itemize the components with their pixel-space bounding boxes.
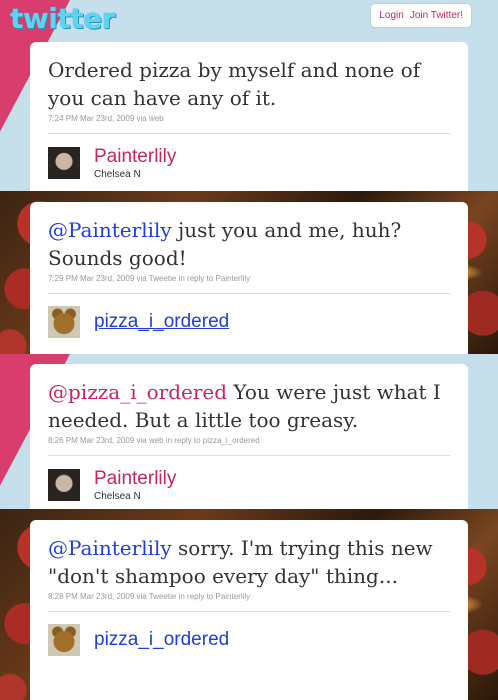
tweet-mention-link[interactable]: @pizza_i_ordered: [48, 380, 227, 404]
avatar[interactable]: [48, 306, 80, 338]
avatar[interactable]: [48, 147, 80, 179]
tweet-card-3: @pizza_i_ordered You were just what I ne…: [30, 364, 468, 509]
tweet-card-1: Ordered pizza by myself and none of you …: [30, 42, 468, 191]
tweet-author: Painterlily Chelsea N: [48, 456, 450, 502]
tweet-body: Ordered pizza by myself and none of you …: [48, 58, 421, 110]
avatar[interactable]: [48, 624, 80, 656]
author-screen-name[interactable]: pizza_i_ordered: [94, 311, 229, 333]
login-link[interactable]: Login: [379, 10, 403, 21]
tweet-author: Painterlily Chelsea N: [48, 134, 450, 180]
author-full-name: Chelsea N: [94, 491, 141, 502]
tweet-mention-link[interactable]: @Painterlily: [48, 218, 172, 242]
tweet-meta: 7:24 PM Mar 23rd, 2009 via web: [48, 114, 164, 123]
tweet-meta: 8:26 PM Mar 23rd, 2009 via web in reply …: [48, 436, 260, 445]
twitter-logo[interactable]: twitter: [10, 2, 115, 35]
tweet-meta: 8:28 PM Mar 23rd, 2009 via Tweetie in re…: [48, 592, 251, 601]
author-full-name: Chelsea N: [94, 169, 141, 180]
tweet-author: pizza_i_ordered: [48, 294, 450, 338]
tweet-meta: 7:29 PM Mar 23rd, 2009 via Tweetie in re…: [48, 274, 251, 283]
tweet-text: @Painterlily just you and me, huh? Sound…: [48, 216, 450, 272]
tweet-mention-link[interactable]: @Painterlily: [48, 536, 172, 560]
tweet-card-2: @Painterlily just you and me, huh? Sound…: [30, 202, 468, 354]
author-screen-name[interactable]: pizza_i_ordered: [94, 629, 229, 651]
join-twitter-link[interactable]: Join Twitter!: [410, 10, 463, 21]
tweet-author: pizza_i_ordered: [48, 612, 450, 656]
tweet-text: @pizza_i_ordered You were just what I ne…: [48, 378, 450, 434]
tweet-text: @Painterlily sorry. I'm trying this new …: [48, 534, 450, 590]
tweet-text: Ordered pizza by myself and none of you …: [48, 56, 450, 112]
login-box: Login Join Twitter!: [371, 4, 471, 27]
avatar[interactable]: [48, 469, 80, 501]
author-screen-name[interactable]: Painterlily: [94, 146, 176, 168]
tweet-card-4: @Painterlily sorry. I'm trying this new …: [30, 520, 468, 700]
author-screen-name[interactable]: Painterlily: [94, 468, 176, 490]
